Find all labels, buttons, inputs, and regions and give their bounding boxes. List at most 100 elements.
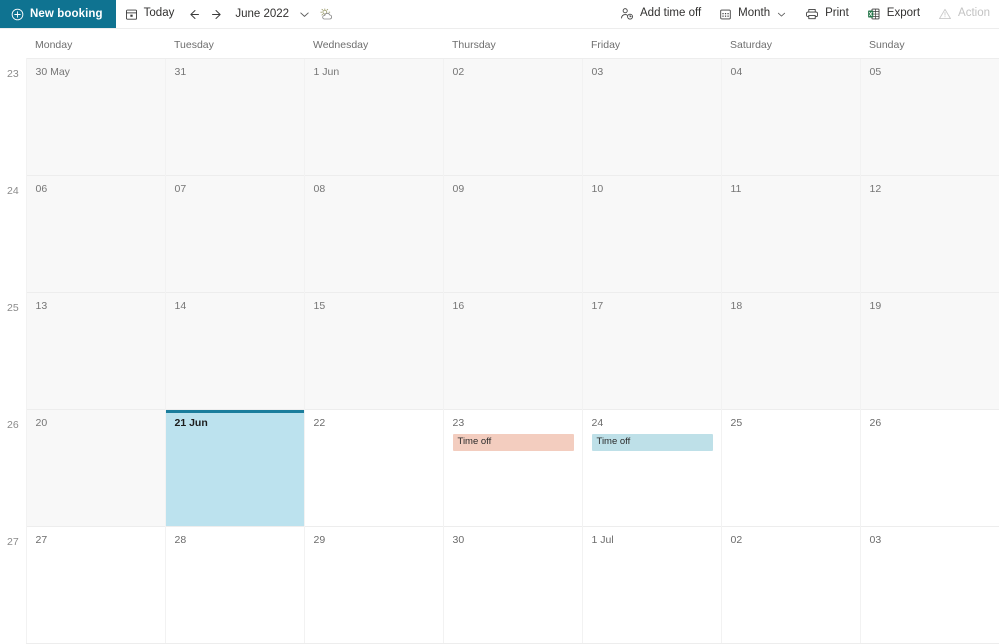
- calendar-body: 2330 May311 Jun0203040524060708091011122…: [0, 59, 999, 644]
- export-button[interactable]: Export: [858, 0, 929, 28]
- calendar-day-cell[interactable]: 24Time off: [582, 410, 721, 527]
- date-label: 08: [314, 183, 435, 196]
- date-label: 17: [592, 300, 713, 313]
- calendar-day-cell[interactable]: 05: [860, 59, 999, 176]
- day-cell-content: 06: [27, 176, 165, 292]
- date-label: 13: [36, 300, 157, 313]
- weekday-header-row: Monday Tuesday Wednesday Thursday Friday…: [0, 29, 999, 59]
- toolbar-left-group: New booking Today: [0, 0, 337, 28]
- date-label: 14: [175, 300, 296, 313]
- weekday-header-friday: Friday: [582, 29, 721, 59]
- day-cell-content: 13: [27, 293, 165, 409]
- calendar-day-cell[interactable]: 13: [26, 293, 165, 410]
- date-label: 21 Jun: [175, 417, 296, 430]
- weekday-header-wednesday: Wednesday: [304, 29, 443, 59]
- calendar-day-cell[interactable]: 25: [721, 410, 860, 527]
- date-label: 11: [731, 183, 852, 196]
- calendar-day-cell[interactable]: 10: [582, 176, 721, 293]
- day-cell-content: 02: [444, 59, 582, 175]
- day-cell-content: 05: [861, 59, 999, 175]
- week-number-header: [0, 29, 26, 59]
- calendar-day-cell[interactable]: 08: [304, 176, 443, 293]
- date-label: 10: [592, 183, 713, 196]
- day-cell-content: 17: [583, 293, 721, 409]
- weather-button[interactable]: [315, 0, 337, 28]
- action-label: Action: [958, 8, 990, 20]
- calendar-day-cell[interactable]: 09: [443, 176, 582, 293]
- calendar-day-cell[interactable]: 17: [582, 293, 721, 410]
- calendar-day-cell[interactable]: 12: [860, 176, 999, 293]
- calendar-week-row: 25 13 14 1516 17 18 19: [0, 293, 999, 410]
- day-cell-content: 03: [583, 59, 721, 175]
- day-cell-content: 04: [722, 59, 860, 175]
- new-booking-label: New booking: [30, 8, 103, 20]
- weekday-header-tuesday: Tuesday: [165, 29, 304, 59]
- view-selector[interactable]: Month: [710, 0, 796, 28]
- weather-partly-cloudy-icon: [319, 7, 334, 22]
- calendar-day-cell[interactable]: 15: [304, 293, 443, 410]
- chevron-down-icon: [298, 8, 311, 21]
- calendar-week-row: 2406070809101112: [0, 176, 999, 293]
- day-cell-content: 15: [305, 293, 443, 409]
- calendar-day-cell[interactable]: 16: [443, 293, 582, 410]
- period-chevron-button[interactable]: [293, 0, 315, 28]
- warning-triangle-icon: [938, 7, 952, 21]
- calendar-day-cell[interactable]: 22: [304, 410, 443, 527]
- new-booking-button[interactable]: New booking: [0, 0, 116, 28]
- day-cell-content: 23Time off: [444, 410, 582, 526]
- date-label: 05: [870, 66, 992, 79]
- calendar-day-cell[interactable]: 19: [860, 293, 999, 410]
- calendar-day-cell[interactable]: 1 Jun: [304, 59, 443, 176]
- calendar-day-cell[interactable]: 18: [721, 293, 860, 410]
- plus-circle-icon: [11, 8, 24, 21]
- period-picker[interactable]: June 2022: [227, 0, 293, 28]
- day-cell-content: 08: [305, 176, 443, 292]
- date-label: 04: [731, 66, 852, 79]
- date-label: 29: [314, 534, 435, 547]
- date-label: 19: [870, 300, 992, 313]
- time-off-event[interactable]: Time off: [592, 434, 713, 451]
- calendar-day-cell[interactable]: 02: [443, 59, 582, 176]
- arrow-right-icon: [209, 7, 224, 22]
- calendar-day-cell[interactable]: 04: [721, 59, 860, 176]
- printer-icon: [805, 7, 819, 21]
- day-cell-content: 24Time off: [583, 410, 721, 526]
- calendar-day-cell[interactable]: 30 May: [26, 59, 165, 176]
- action-button: Action: [929, 0, 999, 28]
- calendar-day-cell[interactable]: 20: [26, 410, 165, 527]
- calendar-day-cell[interactable]: 06: [26, 176, 165, 293]
- calendar-day-cell[interactable]: 14: [165, 293, 304, 410]
- calendar-day-cell[interactable]: 07: [165, 176, 304, 293]
- calendar-day-cell[interactable]: 26: [860, 410, 999, 527]
- day-cell-content: 11: [722, 176, 860, 292]
- day-cell-content: 21 Jun: [166, 410, 304, 526]
- previous-period-button[interactable]: [183, 0, 205, 28]
- day-cell-content: 16: [444, 293, 582, 409]
- calendar-day-cell[interactable]: 11: [721, 176, 860, 293]
- day-cell-content: 20: [27, 410, 165, 526]
- calendar-day-cell[interactable]: 31: [165, 59, 304, 176]
- week-number-cell: 25: [0, 293, 26, 410]
- calendar-day-cell[interactable]: 23Time off: [443, 410, 582, 527]
- view-month-icon: [719, 8, 732, 21]
- time-off-event[interactable]: Time off: [453, 434, 574, 451]
- today-button[interactable]: Today: [116, 0, 184, 28]
- day-cell-content: 30 May: [27, 59, 165, 175]
- day-cell-content: 1 Jun: [305, 59, 443, 175]
- next-period-button[interactable]: [205, 0, 227, 28]
- calendar-day-cell-selected[interactable]: 21 Jun: [165, 410, 304, 527]
- add-time-off-button[interactable]: Add time off: [611, 0, 710, 28]
- calendar-header: Monday Tuesday Wednesday Thursday Friday…: [0, 29, 999, 59]
- date-label: 06: [36, 183, 157, 196]
- date-label: 30 May: [36, 66, 157, 79]
- view-label: Month: [738, 8, 770, 20]
- toolbar-right-group: Add time off Month: [611, 0, 999, 28]
- week-number-cell: 23: [0, 59, 26, 176]
- date-label: 31: [175, 66, 296, 79]
- calendar-week-row: 23 30 May 31 1 Jun0203 04 05: [0, 59, 999, 176]
- day-cell-content: 19: [861, 293, 999, 409]
- print-button[interactable]: Print: [796, 0, 858, 28]
- day-cell-content: 09: [444, 176, 582, 292]
- chevron-down-icon: [776, 9, 787, 20]
- calendar-day-cell[interactable]: 03: [582, 59, 721, 176]
